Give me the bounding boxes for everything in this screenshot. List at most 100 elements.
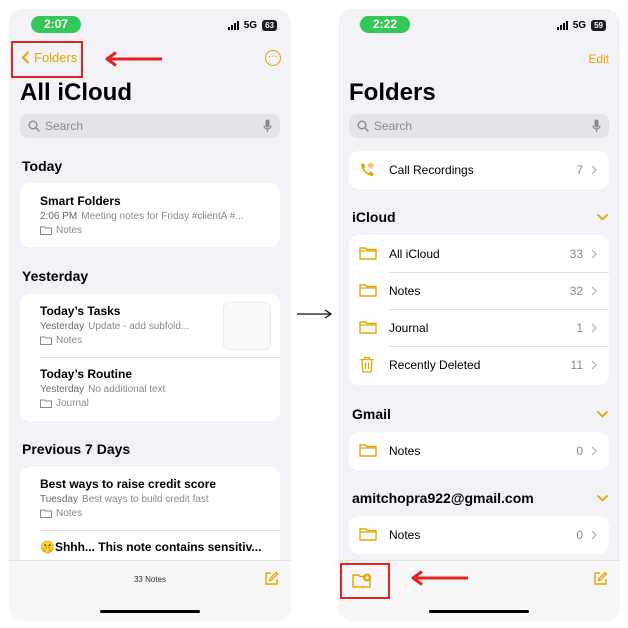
- network-label: 5G: [243, 19, 258, 31]
- folder-row-call-recordings[interactable]: Call Recordings 7: [349, 151, 609, 189]
- folder-count: 0: [576, 528, 583, 542]
- folder-label: Notes: [389, 444, 421, 458]
- search-input[interactable]: Search: [20, 114, 280, 138]
- folder-row-all-icloud[interactable]: All iCloud 33: [349, 235, 609, 273]
- note-folder: Notes: [56, 508, 83, 519]
- search-input[interactable]: Search: [349, 114, 609, 138]
- note-item[interactable]: Today’s Routine Yesterday No additional t…: [40, 367, 270, 409]
- edit-button[interactable]: Edit: [588, 52, 609, 66]
- note-date: 2:06 PM: [40, 211, 78, 222]
- folder-icon: [359, 528, 377, 541]
- folder-count: 11: [570, 358, 583, 372]
- note-folder: Notes: [56, 225, 83, 236]
- note-item[interactable]: Smart Folders 2:06 PM Meeting notes for F…: [40, 194, 270, 236]
- status-time: 2:22: [360, 16, 410, 33]
- folder-label: Journal: [389, 321, 429, 335]
- status-icons: 5G 63: [227, 19, 277, 31]
- folder-label: Notes: [389, 528, 421, 542]
- section-previous-7-days: Previous 7 Days: [22, 441, 131, 457]
- page-title: Folders: [349, 79, 436, 106]
- bottom-toolbar: 33 Notes: [9, 560, 291, 621]
- chevron-down-icon[interactable]: [597, 411, 608, 418]
- folder-count: 0: [576, 444, 583, 458]
- note-date: Yesterday: [40, 384, 85, 395]
- divider: [40, 530, 280, 531]
- chevron-right-icon: [591, 360, 597, 370]
- ellipsis-circle-icon[interactable]: ···: [265, 50, 281, 66]
- chevron-right-icon: [591, 530, 597, 540]
- chevron-right-icon: [591, 249, 597, 259]
- folder-icon: [40, 336, 52, 345]
- section-today: Today: [22, 158, 63, 174]
- note-folder: Journal: [56, 398, 89, 409]
- folder-label: Call Recordings: [389, 163, 474, 177]
- note-preview: Best ways to build credit fast: [81, 494, 209, 505]
- red-arrow-icon: [411, 570, 468, 586]
- search-placeholder: Search: [374, 119, 413, 133]
- group-header-gmail: Gmail: [352, 406, 391, 422]
- folder-icon: [40, 399, 52, 408]
- group-header-amitchopra: amitchopra922@gmail.com: [352, 490, 534, 506]
- folder-icon: [359, 284, 377, 297]
- notes-count: 33 Notes: [133, 575, 167, 584]
- folder-row-notes[interactable]: Notes 32: [349, 272, 609, 310]
- folder-label: Notes: [389, 284, 421, 298]
- note-title: Best ways to raise credit score: [40, 477, 217, 491]
- battery-icon: 63: [262, 19, 277, 31]
- folder-label: Recently Deleted: [389, 358, 481, 372]
- section-yesterday: Yesterday: [22, 268, 89, 284]
- home-indicator: [100, 610, 200, 613]
- status-time: 2:07: [31, 16, 81, 33]
- folder-count: 7: [576, 163, 583, 177]
- signal-icon: [227, 20, 239, 30]
- gmail-folders-card: Notes 0: [349, 432, 609, 470]
- divider: [40, 357, 280, 358]
- chevron-down-icon[interactable]: [597, 214, 608, 221]
- highlight-box-folders-button: [11, 41, 83, 78]
- highlight-box-new-folder-button: [340, 563, 390, 599]
- folder-count: 32: [569, 284, 583, 298]
- note-date: Tuesday: [40, 494, 78, 505]
- chevron-right-icon: [591, 446, 597, 456]
- chevron-down-icon[interactable]: [597, 495, 608, 502]
- group-header-icloud: iCloud: [352, 209, 396, 225]
- note-item[interactable]: Best ways to raise credit score Tuesday B…: [40, 477, 270, 519]
- folder-row-amitchopra-notes[interactable]: Notes 0: [349, 516, 609, 554]
- search-icon: [357, 120, 369, 132]
- folder-count: 1: [576, 321, 583, 335]
- battery-icon: 59: [591, 19, 606, 31]
- compose-icon[interactable]: [593, 571, 608, 586]
- folder-icon: [40, 226, 52, 235]
- phone-waveform-icon: [361, 162, 374, 176]
- amitchopra-folders-card: Notes 0: [349, 516, 609, 554]
- signal-icon: [556, 20, 568, 30]
- folder-count: 33: [569, 247, 583, 261]
- network-label: 5G: [572, 19, 587, 31]
- search-placeholder: Search: [45, 119, 84, 133]
- chevron-right-icon: [591, 323, 597, 333]
- notes-list-screen: 2:07 5G 63 Folders ··· All iCloud Search…: [9, 9, 291, 621]
- yesterday-card: Today’s Tasks Yesterday Update - add subf…: [20, 294, 280, 421]
- today-card: Smart Folders 2:06 PM Meeting notes for F…: [20, 183, 280, 247]
- note-preview: No additional text: [88, 384, 166, 395]
- note-folder: Notes: [56, 335, 83, 346]
- folder-row-recently-deleted[interactable]: Recently Deleted 11: [349, 346, 609, 384]
- folder-icon: [40, 509, 52, 518]
- note-preview: Meeting notes for Friday #clientA #...: [81, 211, 244, 222]
- icloud-folders-card: All iCloud 33 Notes 32 Journal 1 Recentl…: [349, 235, 609, 385]
- folder-row-gmail-notes[interactable]: Notes 0: [349, 432, 609, 470]
- folder-label: All iCloud: [389, 247, 440, 261]
- folder-icon: [359, 247, 377, 260]
- note-thumbnail: [223, 302, 271, 350]
- compose-icon[interactable]: [264, 571, 279, 586]
- call-recordings-card: Call Recordings 7: [349, 151, 609, 189]
- nav-bar: Edit: [338, 47, 620, 71]
- microphone-icon[interactable]: [592, 119, 601, 133]
- note-item[interactable]: 🤫Shhh... This note contains sensitiv...: [40, 540, 270, 554]
- note-title: Today’s Routine: [40, 367, 133, 381]
- home-indicator: [429, 610, 529, 613]
- folder-row-journal[interactable]: Journal 1: [349, 309, 609, 347]
- microphone-icon[interactable]: [263, 119, 272, 133]
- status-icons: 5G 59: [556, 19, 606, 31]
- chevron-right-icon: [591, 286, 597, 296]
